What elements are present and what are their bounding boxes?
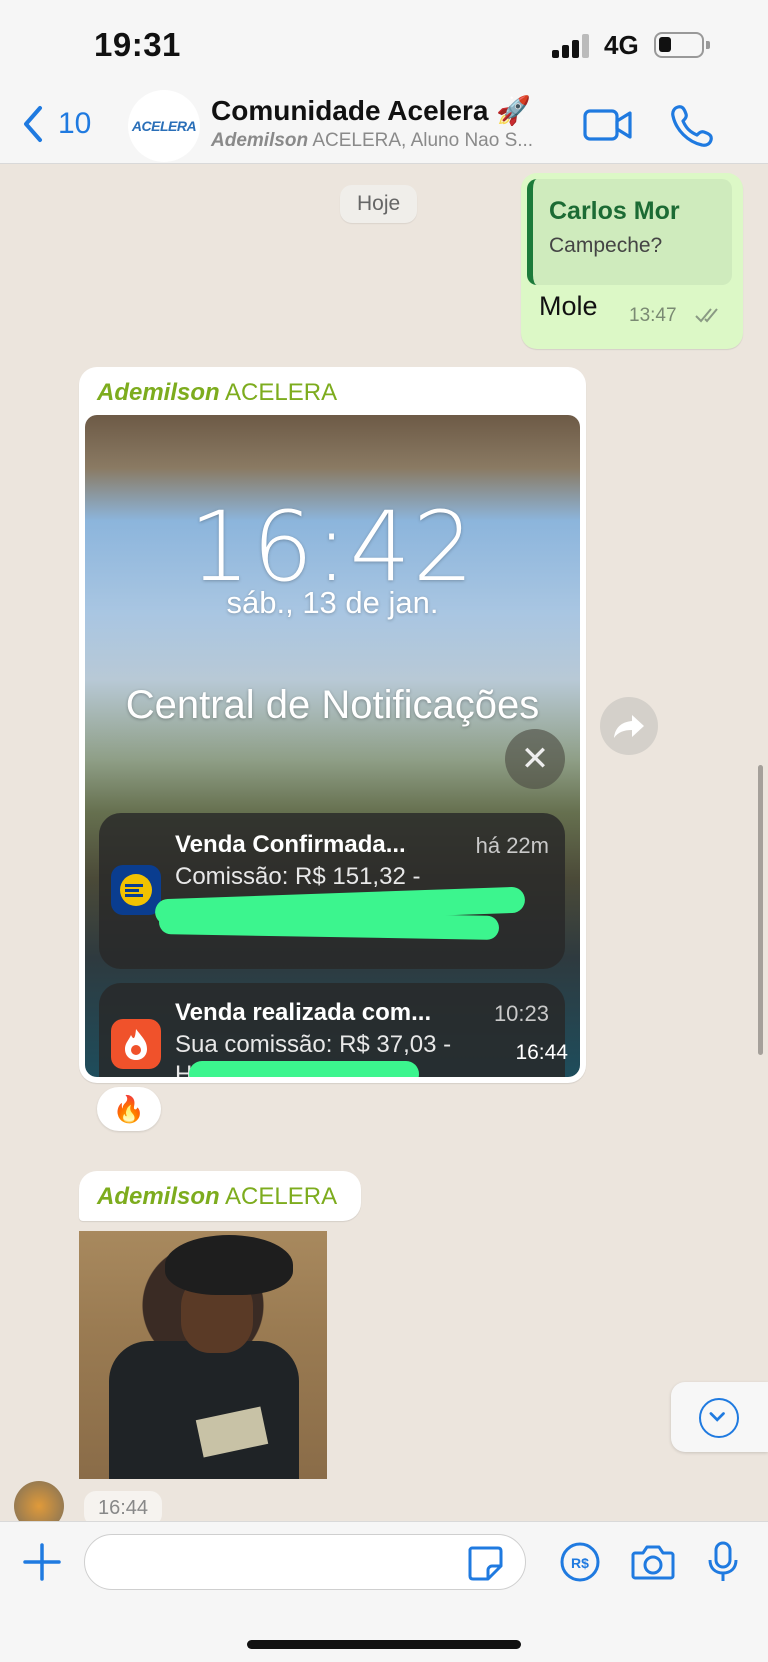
status-time: 19:31 (94, 26, 181, 63)
sender-name: Ademilson ACELERA (97, 1183, 338, 1210)
member-avatar[interactable] (14, 1481, 64, 1521)
battery-icon (654, 32, 710, 58)
scrollbar[interactable] (758, 765, 763, 1055)
sender-name: Ademilson ACELERA (97, 379, 338, 406)
read-ticks-icon (695, 308, 718, 323)
forward-button[interactable] (600, 697, 658, 755)
app-icon (111, 865, 161, 915)
redaction-scribble (158, 910, 500, 940)
message-time: 16:44 (515, 1041, 568, 1064)
avatar-logo-text: ACELERA (131, 118, 197, 134)
chat-header: 10 ACELERA Comunidade Acelera 🚀 Ademilso… (0, 88, 768, 164)
microphone-icon[interactable] (703, 1540, 743, 1584)
chevron-down-icon (699, 1398, 739, 1438)
close-icon: ✕ (505, 729, 565, 789)
notification-body: Sua comissão: R$ 37,03 - (175, 1031, 452, 1058)
message-input[interactable] (84, 1534, 526, 1590)
message-text: Mole (539, 291, 598, 321)
sticker-image[interactable] (79, 1231, 327, 1479)
app-icon (111, 1019, 161, 1069)
payment-icon[interactable]: R$ (558, 1540, 602, 1584)
notification-card: Venda realizada com... 10:23 Sua comissã… (99, 983, 565, 1077)
chat-area[interactable]: Hoje Carlos Mor Campeche? Mole 13:47 Ade… (0, 165, 768, 1521)
notification-body: Comissão: R$ 151,32 - (175, 863, 421, 890)
redaction-scribble (189, 1061, 419, 1077)
group-title[interactable]: Comunidade Acelera 🚀 (211, 94, 531, 127)
notification-time: 10:23 (493, 1001, 549, 1026)
screenshot-image[interactable]: 16:42 sáb., 13 de jan. Central de Notifi… (85, 415, 580, 1077)
notification-time: há 22m (475, 833, 549, 858)
reply-author: Carlos Mor (549, 197, 680, 225)
svg-text:R$: R$ (571, 1555, 589, 1571)
outgoing-message[interactable]: Carlos Mor Campeche? Mole 13:47 (521, 173, 743, 349)
lockscreen-date: sáb., 13 de jan. (226, 585, 439, 620)
camera-icon[interactable] (630, 1540, 676, 1584)
reply-quote[interactable]: Carlos Mor Campeche? (527, 179, 732, 285)
network-type: 4G (604, 30, 639, 60)
back-button[interactable]: 10 (20, 102, 91, 146)
incoming-sticker-header[interactable]: Ademilson ACELERA (79, 1171, 361, 1221)
input-bar: R$ (0, 1521, 768, 1662)
forward-icon (614, 715, 644, 738)
group-avatar[interactable]: ACELERA (128, 90, 200, 162)
notification-title: Venda realizada com... (175, 999, 432, 1026)
back-count: 10 (58, 107, 92, 140)
notification-card: Venda Confirmada... há 22m Comissão: R$ … (99, 813, 565, 969)
scroll-to-bottom-button[interactable] (671, 1382, 768, 1452)
plus-icon[interactable] (20, 1540, 64, 1584)
notification-title: Venda Confirmada... (175, 831, 406, 858)
home-indicator (247, 1640, 521, 1649)
video-call-icon[interactable] (583, 102, 633, 148)
chevron-left-icon (24, 106, 42, 142)
phone-call-icon[interactable] (668, 102, 718, 148)
reaction-badge[interactable]: 🔥 (97, 1087, 161, 1131)
notification-center-title: Central de Notificações (125, 683, 540, 727)
reply-text: Campeche? (549, 234, 663, 257)
group-members[interactable]: Ademilson ACELERA, Aluno Nao S... (211, 130, 533, 152)
status-bar: 19:31 4G (0, 0, 768, 88)
incoming-image-message[interactable]: Ademilson ACELERA 16:42 sáb., 13 de jan.… (79, 367, 586, 1083)
date-separator: Hoje (340, 185, 418, 223)
member-name: Ademilson (211, 130, 309, 151)
sticker-icon[interactable] (466, 1544, 504, 1582)
signal-icon (552, 34, 594, 58)
message-time: 16:44 (84, 1491, 163, 1521)
member-list: ACELERA, Aluno Nao S... (308, 130, 534, 151)
message-time: 13:47 (629, 305, 677, 326)
